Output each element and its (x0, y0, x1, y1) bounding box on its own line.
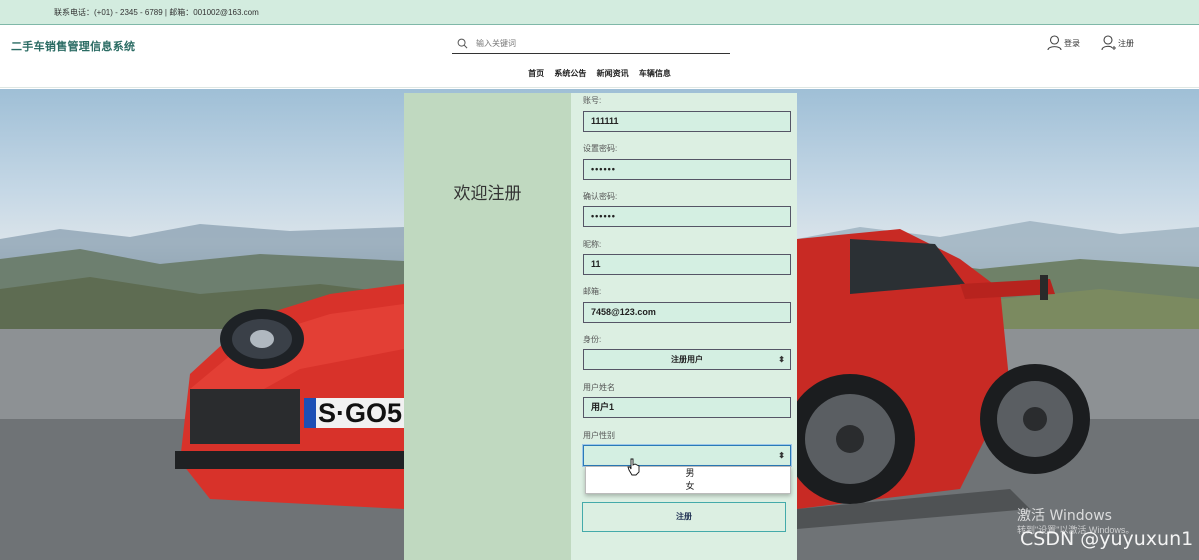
account-field[interactable]: 111111 (583, 111, 791, 132)
register-link[interactable]: 注册 (1101, 34, 1134, 52)
register-submit-button[interactable]: 注册 (582, 502, 786, 532)
select-arrows-icon: ⬍ (778, 451, 785, 460)
welcome-title: 欢迎注册 (453, 184, 522, 204)
user-icon (1047, 35, 1062, 51)
confirm-password-label: 确认密码: (583, 192, 618, 201)
site-header: 二手车销售管理信息系统 登录 注册 首页 系统公告 新闻资讯 车辆信息 (0, 25, 1199, 88)
password-label: 设置密码: (583, 144, 618, 153)
hand-cursor-icon (627, 458, 640, 476)
email-label: 邮箱: (583, 287, 602, 296)
svg-text:S·GO5: S·GO5 (318, 398, 402, 428)
gender-dropdown: 男 女 (585, 466, 791, 494)
register-label: 注册 (1118, 38, 1134, 48)
nav-item-announcements[interactable]: 系统公告 (554, 68, 586, 79)
realname-field[interactable]: 用户1 (583, 397, 791, 418)
login-label: 登录 (1064, 38, 1080, 48)
contact-info: 联系电话：(+01) - 2345 - 6789 | 邮箱：001002@163… (54, 8, 259, 17)
search-box (452, 34, 730, 54)
register-form: 账号: 111111 设置密码: •••••• 确认密码: •••••• 昵称:… (571, 93, 797, 560)
main-nav: 首页 系统公告 新闻资讯 车辆信息 (0, 68, 1199, 79)
login-link[interactable]: 登录 (1047, 34, 1080, 52)
select-arrows-icon: ⬍ (778, 355, 785, 364)
password-field[interactable]: •••••• (583, 159, 791, 180)
top-info-bar: 联系电话：(+01) - 2345 - 6789 | 邮箱：001002@163… (0, 0, 1199, 25)
csdn-watermark: CSDN @yuyuxun1 (1020, 528, 1194, 550)
role-select[interactable]: 注册用户 ⬍ (583, 349, 791, 370)
search-icon[interactable] (457, 38, 468, 49)
nav-item-news[interactable]: 新闻资讯 (597, 68, 629, 79)
realname-label: 用户姓名 (583, 383, 615, 392)
confirm-password-field[interactable]: •••••• (583, 206, 791, 227)
user-add-icon (1101, 35, 1116, 51)
nav-item-vehicles[interactable]: 车辆信息 (639, 68, 671, 79)
account-label: 账号: (583, 96, 602, 105)
role-selected-value: 注册用户 (671, 355, 703, 364)
gender-option-female[interactable]: 女 (586, 480, 790, 493)
role-label: 身份: (583, 335, 602, 344)
welcome-panel: 欢迎注册 (404, 93, 571, 560)
windows-activation-title: 激活 Windows (1017, 508, 1112, 524)
nickname-field[interactable]: 11 (583, 254, 791, 275)
gender-select[interactable]: ⬍ (583, 445, 791, 466)
nav-item-home[interactable]: 首页 (528, 68, 544, 79)
email-field[interactable]: 7458@123.com (583, 302, 791, 323)
gender-label: 用户性别 (583, 431, 615, 440)
gender-option-male[interactable]: 男 (586, 467, 790, 480)
site-logo[interactable]: 二手车销售管理信息系统 (11, 38, 135, 54)
search-input[interactable] (476, 36, 716, 51)
nickname-label: 昵称: (583, 240, 602, 249)
